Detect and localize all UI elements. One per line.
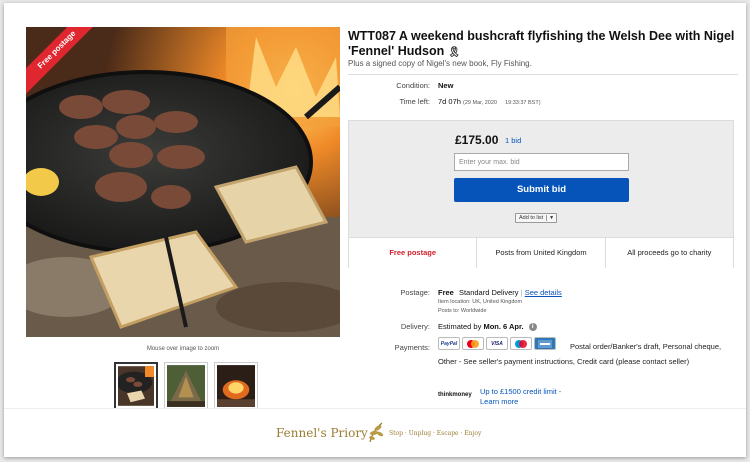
brand-tagline: Stop · Unplug · Escape · Enjoy bbox=[389, 430, 482, 437]
current-price: £175.00 bbox=[455, 133, 499, 147]
thumbnail-1-image bbox=[118, 366, 154, 406]
learn-more-link[interactable]: Learn more bbox=[480, 397, 561, 407]
bid-count-link[interactable]: 1 bid bbox=[505, 136, 521, 145]
main-product-image[interactable]: Free postage bbox=[26, 27, 340, 337]
feature-charity: All proceeds go to charity bbox=[627, 248, 712, 257]
brand-name: Fennel's Priory bbox=[276, 426, 368, 440]
posts-to: Posts to: Worldwide bbox=[438, 308, 487, 314]
delivery-label: Delivery: bbox=[400, 322, 430, 331]
add-to-list-button[interactable]: Add to list ▼ bbox=[515, 213, 558, 223]
thinkmoney-logo: thinkmoney bbox=[438, 392, 472, 398]
chevron-down-icon[interactable]: ▼ bbox=[546, 215, 556, 221]
leaf-logo-icon bbox=[369, 422, 384, 443]
postage-method: Standard Delivery bbox=[458, 288, 519, 297]
delivery-prefix: Estimated by bbox=[438, 322, 482, 331]
ribbon-icon: 🎗 bbox=[447, 47, 461, 58]
submit-bid-button[interactable]: Submit bid bbox=[454, 178, 629, 202]
feature-free-postage: Free postage bbox=[349, 238, 478, 268]
max-bid-input[interactable]: Enter your max. bid bbox=[454, 153, 629, 171]
listing-subtitle: Plus a signed copy of Nigel's new book, … bbox=[348, 59, 532, 68]
payments-label: Payments: bbox=[394, 343, 430, 352]
listing-content: Free postage Mouse over image to zoom WT… bbox=[4, 3, 746, 408]
delivery-date: Mon. 6 Apr. bbox=[483, 322, 524, 331]
feature-strip: Free postage Posts from United Kingdom A… bbox=[349, 237, 733, 268]
time-left-value: 7d 07h (29 Mar, 2020 19:33:37 BST) bbox=[438, 97, 541, 106]
see-details-link[interactable]: See details bbox=[525, 288, 562, 297]
thumbnail-3[interactable] bbox=[214, 362, 258, 408]
credit-limit-link[interactable]: Up to £1500 credit limit - Learn more bbox=[480, 387, 561, 407]
zoom-hint: Mouse over image to zoom bbox=[146, 346, 220, 352]
feature-posts-from: Posts from United Kingdom bbox=[477, 238, 606, 268]
thumbnail-strip bbox=[114, 362, 258, 408]
divider bbox=[348, 74, 738, 75]
screenshot-frame: Free postage Mouse over image to zoom WT… bbox=[4, 3, 746, 457]
payments-text: Postal order/Banker's draft, Personal ch… bbox=[438, 342, 722, 366]
bid-panel: £175.00 1 bid Enter your max. bid Submit… bbox=[348, 120, 734, 268]
delivery-value: Estimated by Mon. 6 Apr. i bbox=[438, 322, 537, 332]
listing-title-text: WTT087 A weekend bushcraft flyfishing th… bbox=[348, 29, 735, 58]
thumbnail-1[interactable] bbox=[114, 362, 158, 408]
condition-label: Condition: bbox=[396, 81, 430, 90]
listing-title: WTT087 A weekend bushcraft flyfishing th… bbox=[348, 29, 738, 60]
time-left-clock: 19:33:37 BST) bbox=[505, 100, 541, 106]
time-left-duration: 7d 07h bbox=[438, 97, 461, 106]
item-location: Item location: UK, United Kingdom bbox=[438, 299, 523, 305]
postage-label: Postage: bbox=[400, 288, 430, 297]
credit-limit-text: Up to £1500 credit limit - bbox=[480, 387, 562, 396]
postage-free: Free bbox=[438, 288, 454, 297]
thumbnail-3-image bbox=[217, 365, 255, 407]
add-to-list-label: Add to list bbox=[519, 215, 544, 221]
postage-value: Free Standard Delivery | See details bbox=[438, 288, 562, 297]
time-left-label: Time left: bbox=[399, 97, 430, 106]
campfire-cooking-photo bbox=[26, 27, 340, 337]
footer: Fennel's Priory Stop · Unplug · Escape ·… bbox=[4, 408, 746, 457]
thumbnail-2-image bbox=[167, 365, 205, 407]
condition-value: New bbox=[438, 81, 454, 90]
time-left-date: (29 Mar, 2020 bbox=[463, 100, 497, 106]
thumbnail-2[interactable] bbox=[164, 362, 208, 408]
info-icon[interactable]: i bbox=[528, 323, 537, 332]
